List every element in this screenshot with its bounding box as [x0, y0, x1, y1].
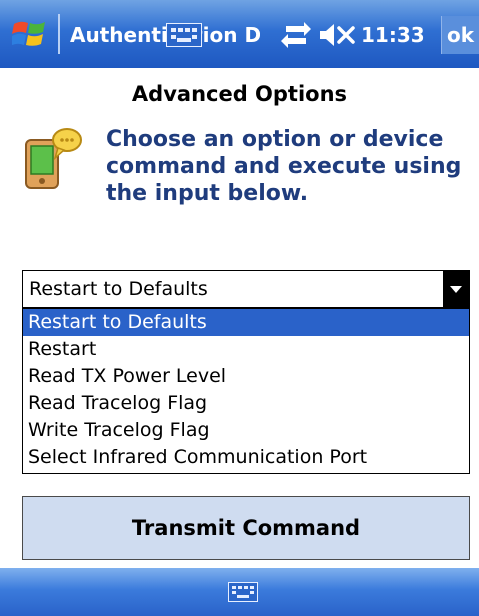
title-separator — [58, 14, 60, 54]
option-restart-to-defaults[interactable]: Restart to Defaults — [23, 309, 469, 336]
title-bar: Authentication De 11:33 ok — [0, 0, 479, 68]
pda-message-icon — [25, 128, 82, 189]
option-select-infrared-port[interactable]: Select Infrared Communication Port — [23, 444, 469, 471]
chevron-down-icon[interactable] — [443, 271, 469, 307]
page-title: Advanced Options — [131, 82, 348, 106]
window-title[interactable]: Authentication De — [70, 22, 260, 48]
option-dropdown-list[interactable]: Restart to Defaults Restart Read TX Powe… — [22, 308, 470, 474]
keyboard-icon — [166, 23, 202, 47]
ok-button[interactable]: ok — [441, 16, 479, 54]
transmit-command-button[interactable]: Transmit Command — [22, 496, 470, 560]
sync-arrows-icon[interactable] — [280, 22, 312, 48]
option-restart[interactable]: Restart — [23, 336, 469, 363]
instructions-text: Choose an option or device command and e… — [106, 127, 462, 206]
windows-flag-icon[interactable] — [12, 18, 48, 50]
option-combo-box[interactable]: Restart to Defaults — [22, 270, 470, 308]
option-read-tracelog-flag[interactable]: Read Tracelog Flag — [23, 390, 469, 417]
option-read-tx-power-level[interactable]: Read TX Power Level — [23, 363, 469, 390]
volume-muted-icon[interactable] — [318, 22, 358, 48]
clock[interactable]: 11:33 — [361, 22, 425, 48]
menu-bar — [0, 568, 479, 616]
option-write-tracelog-flag[interactable]: Write Tracelog Flag — [23, 417, 469, 444]
keyboard-icon[interactable] — [228, 582, 258, 602]
combo-selected-value: Restart to Defaults — [29, 278, 208, 300]
